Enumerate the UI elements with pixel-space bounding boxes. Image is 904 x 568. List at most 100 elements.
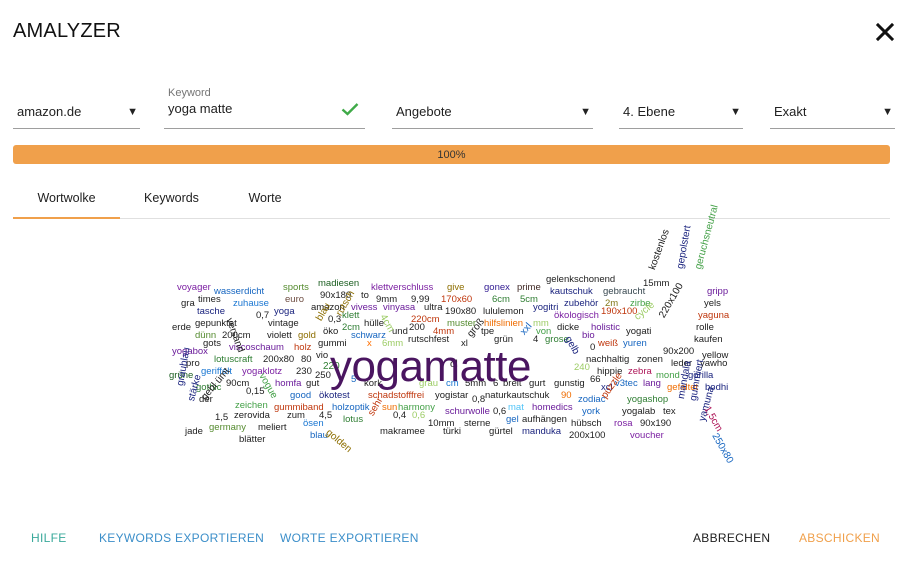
cloud-word: erde bbox=[172, 322, 192, 333]
cloud-word: 220 bbox=[323, 361, 340, 372]
cloud-word: york bbox=[582, 406, 600, 417]
cloud-word: blätter bbox=[239, 434, 266, 445]
tab-worte[interactable]: Worte bbox=[223, 183, 307, 217]
cloud-word: gummi bbox=[318, 338, 347, 349]
cloud-word: gel bbox=[506, 414, 519, 425]
cloud-word: times bbox=[198, 294, 221, 305]
cloud-word: golden bbox=[323, 427, 354, 455]
cloud-word: manduka bbox=[522, 426, 562, 437]
cloud-word: yels bbox=[704, 298, 721, 309]
cloud-word: öl bbox=[450, 359, 458, 370]
cloud-word: grün bbox=[494, 334, 514, 345]
tab-wortwolke[interactable]: Wortwolke bbox=[13, 183, 120, 219]
marketplace-select[interactable]: amazon.de ▼ bbox=[13, 80, 140, 129]
cloud-word: 250 bbox=[315, 370, 331, 381]
cloud-word: tpe bbox=[481, 326, 495, 337]
cloud-word: zodiac bbox=[578, 394, 606, 405]
cloud-word: klettverschluss bbox=[371, 282, 434, 293]
cloud-word: 10mm bbox=[428, 418, 455, 429]
cloud-word: sehr bbox=[366, 395, 386, 418]
progress-bar: 100% bbox=[13, 145, 890, 164]
cloud-word: sports bbox=[283, 282, 309, 293]
submit-button[interactable]: ABSCHICKEN bbox=[799, 531, 880, 545]
cloud-word: türki bbox=[443, 426, 461, 437]
cloud-word: gots bbox=[203, 338, 221, 349]
cloud-word: 4,5 bbox=[319, 410, 333, 421]
cloud-word: lang bbox=[643, 378, 661, 389]
cloud-word: breit bbox=[503, 378, 522, 389]
cloud-word: 0,7 bbox=[256, 310, 270, 321]
cloud-word: hülle bbox=[364, 318, 385, 329]
cloud-word: gebl ümt bbox=[199, 365, 233, 403]
cloud-word: gummiband bbox=[274, 402, 324, 413]
cloud-word: yoga bbox=[274, 306, 295, 317]
cloud-word: yaguna bbox=[698, 310, 730, 321]
cloud-word: rosa bbox=[614, 418, 633, 429]
match-select[interactable]: Exakt ▼ bbox=[770, 80, 895, 129]
cloud-word: ökologisch bbox=[554, 310, 599, 321]
cloud-word: kautschuk bbox=[550, 286, 593, 297]
cloud-word: 90cm bbox=[226, 378, 250, 389]
cloud-word: rutschfest bbox=[408, 334, 450, 345]
cloud-word: yogaklotz bbox=[242, 366, 283, 377]
type-select[interactable]: Angebote ▼ bbox=[392, 80, 593, 129]
cloud-word: mat bbox=[508, 402, 524, 413]
cloud-word: nachhaltig bbox=[586, 354, 630, 365]
cloud-word: homedics bbox=[532, 402, 573, 413]
app-title: AMALYZER bbox=[13, 20, 121, 42]
cloud-word: zeichen bbox=[235, 400, 268, 411]
cloud-word: schurwolle bbox=[445, 406, 490, 417]
cloud-word: 0,15 bbox=[246, 386, 265, 397]
cloud-word: vinyasa bbox=[383, 302, 416, 313]
cloud-word: weiß bbox=[598, 338, 619, 349]
cloud-word: 4cm bbox=[377, 312, 397, 335]
cloud-word: gold bbox=[298, 330, 316, 341]
keyword-input[interactable]: Keyword yoga matte bbox=[164, 80, 365, 129]
cloud-word: 200cm bbox=[222, 330, 251, 341]
cloud-word: groß bbox=[465, 316, 487, 340]
cloud-word: prime bbox=[517, 282, 541, 293]
cloud-word: blau bbox=[310, 430, 328, 441]
cloud-word: vintage bbox=[268, 318, 299, 329]
cloud-word: yellow bbox=[702, 350, 729, 361]
dropdown-arrow-icon: ▼ bbox=[730, 106, 741, 118]
cloud-word: naturkautschuk bbox=[485, 390, 550, 401]
cloud-word: grüne bbox=[169, 370, 194, 381]
cloud-word: cm bbox=[446, 378, 459, 389]
close-button[interactable] bbox=[874, 21, 896, 43]
cloud-word: hilfslinien bbox=[484, 318, 524, 329]
cloud-word: kork bbox=[364, 378, 382, 389]
export-words-button[interactable]: WORTE EXPORTIEREN bbox=[280, 531, 419, 545]
tab-keywords[interactable]: Keywords bbox=[120, 183, 223, 217]
cloud-word: gorilla bbox=[688, 370, 714, 381]
match-value: Exakt bbox=[774, 104, 807, 119]
cloud-word: zum bbox=[287, 410, 305, 421]
dropdown-arrow-icon: ▼ bbox=[127, 106, 138, 118]
cloud-word: 5 bbox=[351, 374, 357, 385]
cloud-word: rolle bbox=[696, 322, 714, 333]
cloud-word: 0,6 bbox=[493, 406, 507, 417]
cancel-button[interactable]: ABBRECHEN bbox=[693, 531, 770, 545]
help-button[interactable]: HILFE bbox=[31, 531, 67, 545]
export-keywords-button[interactable]: KEYWORDS EXPORTIEREN bbox=[99, 531, 264, 545]
cloud-word: gut bbox=[306, 378, 320, 389]
cloud-word: 0,6 bbox=[412, 410, 426, 421]
cloud-word: 90x200 bbox=[663, 346, 695, 357]
cloud-word: gebraucht bbox=[603, 286, 646, 297]
level-select[interactable]: 4. Ebene ▼ bbox=[619, 80, 743, 129]
cloud-word: gepunktet bbox=[195, 318, 237, 329]
cloud-word: 4 bbox=[533, 334, 539, 345]
cloud-word: kostenlos bbox=[647, 227, 672, 272]
cloud-word: schadstofffrei bbox=[368, 390, 425, 401]
cloud-word: vogue bbox=[256, 371, 280, 401]
cloud-word: amazon bbox=[311, 302, 345, 313]
cloud-word: puzzle bbox=[599, 370, 625, 401]
cloud-word: gepolstert bbox=[675, 224, 694, 270]
cloud-word: gonex bbox=[484, 282, 510, 293]
cloud-word: dicke bbox=[557, 322, 580, 333]
cloud-word: voucher bbox=[630, 430, 664, 441]
cloud-word: 80 bbox=[301, 354, 312, 365]
tab-bar: Wortwolke Keywords Worte bbox=[13, 183, 890, 219]
cloud-word: 5cm bbox=[520, 294, 538, 305]
keyword-value: yoga matte bbox=[168, 101, 233, 116]
